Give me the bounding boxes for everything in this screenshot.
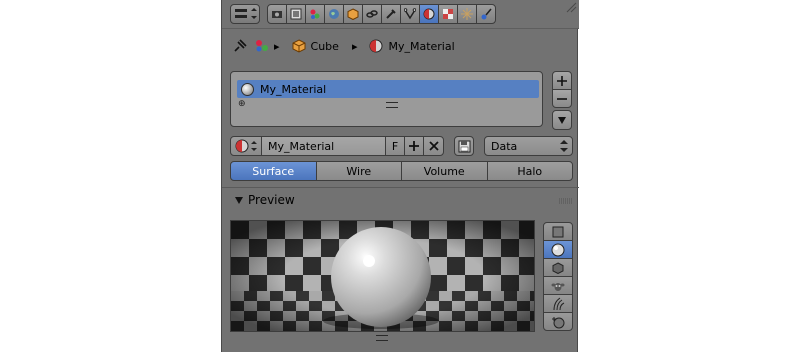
material-icon[interactable] <box>419 4 439 24</box>
preview-resize-grip[interactable] <box>376 335 388 341</box>
breadcrumb-arrow-icon: ▸ <box>274 39 280 53</box>
link-select[interactable]: Data <box>484 136 573 156</box>
monkey-icon[interactable] <box>543 276 573 295</box>
material-preview <box>230 220 535 332</box>
new-material-button[interactable] <box>404 136 424 156</box>
preview-render <box>231 221 534 331</box>
browse-slot-button[interactable] <box>454 136 474 156</box>
physics-icon[interactable] <box>476 4 496 24</box>
specials-menu-button[interactable] <box>552 110 572 130</box>
preview-title: Preview <box>248 193 295 207</box>
pin-icon[interactable] <box>232 38 248 54</box>
close-icon <box>428 141 439 151</box>
plus-icon <box>409 141 419 151</box>
preview-shape-buttons <box>543 222 573 331</box>
sphere-icon[interactable] <box>543 240 573 259</box>
list-item-label: My_Material <box>260 82 327 96</box>
properties-header <box>222 0 579 29</box>
unlink-material-button[interactable] <box>423 136 444 156</box>
editor-type-button[interactable] <box>230 4 260 24</box>
material-name-text: My_Material <box>268 139 335 153</box>
properties-panel: ▸ Cube ▸ My_Material My_Material ⊕ My_Ma… <box>221 0 579 352</box>
browse-material-button[interactable] <box>230 136 262 156</box>
modifiers-icon[interactable] <box>381 4 401 24</box>
tab-surface[interactable]: Surface <box>230 161 317 181</box>
panel-divider <box>222 187 579 188</box>
preview-panel-header[interactable]: Preview <box>234 193 295 207</box>
particles-icon[interactable] <box>457 4 477 24</box>
slot-buttons <box>552 71 572 130</box>
material-icon <box>235 139 249 153</box>
fake-user-label: F <box>391 139 399 153</box>
hair-icon[interactable] <box>543 294 573 313</box>
floppy-icon <box>458 140 470 152</box>
material-type-tabs: Surface Wire Volume Halo <box>230 161 573 181</box>
list-resize-grip[interactable] <box>386 102 398 108</box>
material-slot-list: My_Material ⊕ <box>230 71 543 127</box>
tab-wire[interactable]: Wire <box>315 161 402 181</box>
list-item[interactable]: My_Material <box>237 80 539 98</box>
flat-plane-icon[interactable] <box>543 222 573 241</box>
material-icon <box>369 39 383 53</box>
cube-icon[interactable] <box>543 258 573 277</box>
fake-user-button[interactable]: F <box>385 136 405 156</box>
scene-icon <box>256 40 268 52</box>
scene-icon[interactable] <box>305 4 325 24</box>
minus-icon <box>557 97 567 100</box>
constraints-icon[interactable] <box>362 4 382 24</box>
texture-icon[interactable] <box>438 4 458 24</box>
breadcrumb-object: Cube <box>310 39 339 53</box>
plus-icon <box>557 75 567 86</box>
world-icon[interactable] <box>324 4 344 24</box>
remove-slot-button[interactable] <box>552 89 572 108</box>
context-tabs <box>267 4 496 24</box>
material-name-field[interactable]: My_Material <box>261 136 386 156</box>
breadcrumb: ▸ Cube ▸ My_Material <box>232 37 455 55</box>
collapse-arrow-icon <box>235 197 243 204</box>
resize-corner-icon[interactable] <box>565 1 577 13</box>
cube-icon <box>292 39 306 53</box>
object-icon[interactable] <box>343 4 363 24</box>
breadcrumb-material: My_Material <box>388 39 455 53</box>
tab-volume[interactable]: Volume <box>401 161 488 181</box>
add-slot-small-icon[interactable]: ⊕ <box>238 99 246 109</box>
dropdown-arrow-icon <box>558 117 566 124</box>
data-icon[interactable] <box>400 4 420 24</box>
up-down-arrow-icon <box>251 141 257 151</box>
tab-halo[interactable]: Halo <box>486 161 573 181</box>
link-select-value: Data <box>491 139 518 153</box>
drag-handle-icon[interactable] <box>559 198 573 204</box>
up-down-arrow-icon <box>560 140 568 152</box>
sphere-sky-icon[interactable] <box>543 312 573 331</box>
material-sphere-icon <box>241 82 254 96</box>
add-slot-button[interactable] <box>552 71 572 90</box>
render-icon[interactable] <box>267 4 287 24</box>
breadcrumb-arrow-icon: ▸ <box>351 39 358 53</box>
render-layers-icon[interactable] <box>286 4 306 24</box>
